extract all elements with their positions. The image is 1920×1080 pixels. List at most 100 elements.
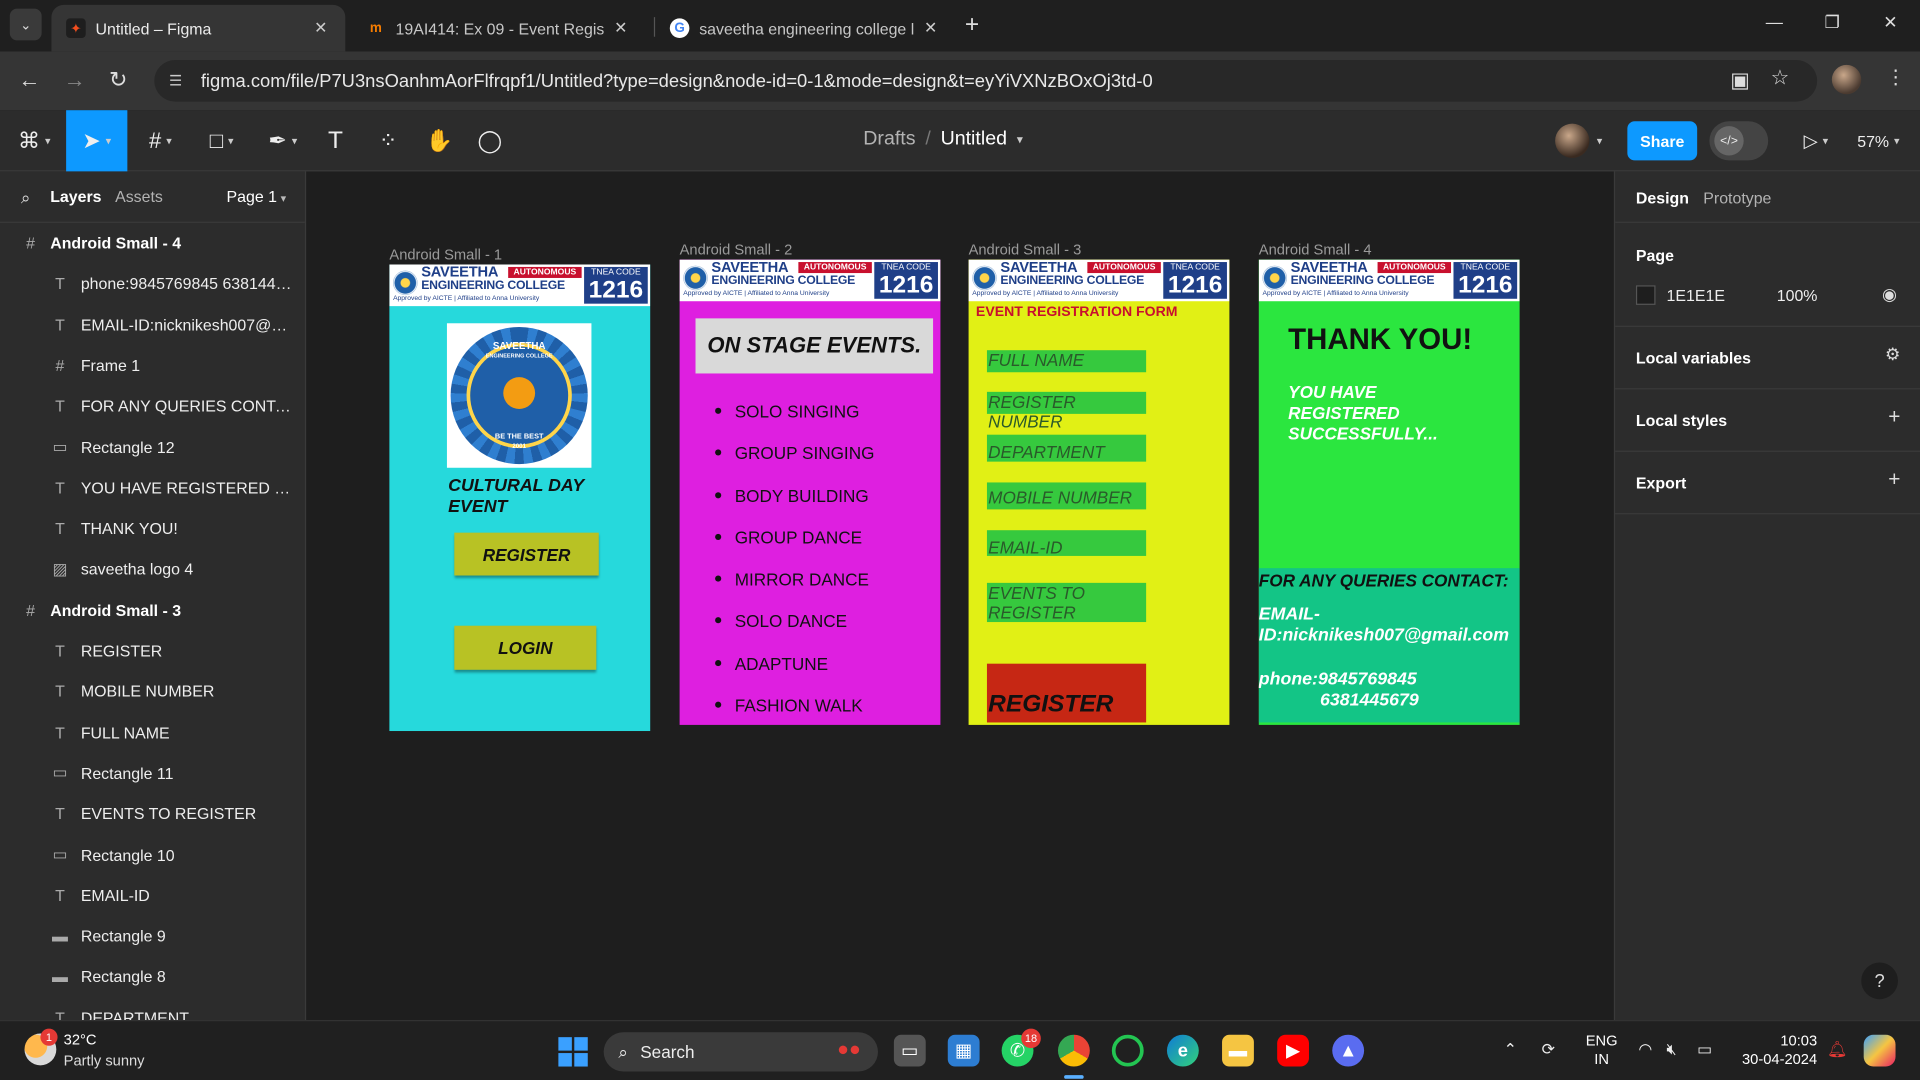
task-view-icon[interactable]: ▭	[893, 1034, 926, 1067]
windows-start-icon[interactable]	[558, 1037, 588, 1067]
page-opacity[interactable]: 100%	[1777, 287, 1818, 305]
layer-row[interactable]: T THANK YOU!	[0, 508, 305, 548]
add-style-icon[interactable]: +	[1888, 405, 1900, 429]
tab-event-registration[interactable]: m 19AI414: Ex 09 - Event Registrat ✕	[351, 5, 645, 52]
close-tab-icon[interactable]: ✕	[311, 18, 331, 38]
events-to-register-field[interactable]: EVENTS TO REGISTER	[986, 582, 1147, 623]
bookmark-star-icon[interactable]: ☆	[1771, 66, 1790, 90]
site-info-icon[interactable]: ☰	[169, 72, 189, 89]
login-button[interactable]: LOGIN	[454, 625, 597, 670]
taskbar-search[interactable]: ⌕ Search ●●	[603, 1032, 878, 1072]
layer-row[interactable]: ▭ Rectangle 11	[0, 753, 305, 793]
pen-tool-icon[interactable]: ✒ ▾	[257, 110, 308, 171]
speaker-muted-icon[interactable]: 🔇︎	[1667, 1040, 1677, 1060]
frame-label[interactable]: Android Small - 1	[389, 246, 502, 263]
add-export-icon[interactable]: +	[1888, 468, 1900, 492]
frame-android-small-2[interactable]: SAVEETHA ENGINEERING COLLEGE AUTONOMOUS App…	[679, 259, 941, 725]
frame-label[interactable]: Android Small - 4	[1259, 241, 1372, 258]
page-color-hex[interactable]: 1E1E1E	[1667, 287, 1725, 305]
layer-row[interactable]: T DEPARTMENT	[0, 998, 305, 1020]
edge-icon[interactable]: e	[1166, 1034, 1199, 1067]
variables-settings-icon[interactable]: ⚙	[1885, 344, 1900, 365]
microsoft-store-icon[interactable]: ▦	[947, 1034, 980, 1067]
copilot-icon[interactable]	[1863, 1034, 1896, 1067]
layer-row[interactable]: ▭ Rectangle 12	[0, 427, 305, 467]
layer-row[interactable]: # Frame 1	[0, 345, 305, 385]
layer-row[interactable]: ▬ Rectangle 8	[0, 957, 305, 997]
dev-mode-toggle[interactable]: </>	[1709, 121, 1769, 161]
clipboard-icon[interactable]: ▣	[1730, 69, 1750, 93]
reload-icon[interactable]: ↻	[109, 67, 127, 91]
weather-description[interactable]: Partly sunny	[64, 1052, 145, 1069]
frame-android-small-1[interactable]: SAVEETHA ENGINEERING COLLEGE AUTONOMOUS App…	[389, 264, 651, 732]
sync-icon[interactable]: ⟳	[1542, 1040, 1555, 1060]
layer-row[interactable]: Tphone:9845769845 6381445...	[0, 264, 305, 304]
close-window-icon[interactable]: ✕	[1883, 12, 1897, 33]
tab-google-search[interactable]: G saveetha engineering college lo ✕	[655, 5, 955, 52]
page-selector[interactable]: Page 1 ▾	[227, 187, 287, 205]
register-submit-button[interactable]: REGISTER	[986, 663, 1147, 723]
youtube-icon[interactable]: ▶	[1277, 1034, 1309, 1067]
email-id-field[interactable]: EMAIL-ID	[986, 530, 1147, 557]
browser-profile-avatar[interactable]	[1831, 64, 1862, 95]
eye-icon[interactable]: ◉	[1882, 284, 1897, 305]
file-name[interactable]: Untitled	[941, 129, 1007, 151]
layer-row[interactable]: T EMAIL-ID:nicknikesh007@gm...	[0, 304, 305, 344]
weather-temperature[interactable]: 32°C	[64, 1031, 97, 1048]
forward-icon[interactable]: →	[64, 67, 86, 91]
search-icon[interactable]: ⌕	[21, 187, 31, 208]
close-tab-icon[interactable]: ✕	[921, 18, 941, 38]
layer-row[interactable]: ▬ Rectangle 9	[0, 916, 305, 956]
url-omnibox[interactable]: ☰ figma.com/file/P7U3nsOanhmAorFlfrqpf1/…	[154, 60, 1818, 102]
layer-row[interactable]: T EMAIL-ID	[0, 875, 305, 915]
collaborator-avatar[interactable]	[1555, 123, 1590, 158]
share-button[interactable]: Share	[1627, 121, 1698, 161]
tab-layers[interactable]: Layers	[50, 187, 101, 205]
breadcrumb-drafts[interactable]: Drafts	[863, 129, 915, 151]
register-button[interactable]: REGISTER	[454, 532, 599, 576]
main-menu-icon[interactable]: ⌘ ▾	[10, 110, 59, 171]
back-icon[interactable]: ←	[18, 67, 40, 91]
notification-bell-icon[interactable]: 🔔︎	[1827, 1040, 1847, 1060]
file-explorer-icon[interactable]: ▬	[1222, 1034, 1254, 1067]
help-icon[interactable]: ?	[1861, 962, 1898, 1000]
layer-row[interactable]: T EVENTS TO REGISTER	[0, 794, 305, 834]
department-field[interactable]: DEPARTMENT	[986, 434, 1147, 462]
chrome-icon[interactable]	[1057, 1034, 1090, 1067]
shape-tool-icon[interactable]: □ ▾	[196, 110, 247, 171]
layer-row[interactable]: # Android Small - 4	[0, 223, 305, 263]
layer-row[interactable]: # Android Small - 3	[0, 590, 305, 630]
clock[interactable]: 10:03 30-04-2024	[1736, 1032, 1817, 1069]
text-tool-icon[interactable]: T	[318, 110, 352, 171]
layer-row[interactable]: ▨ saveetha logo 4	[0, 549, 305, 589]
tab-prototype[interactable]: Prototype	[1703, 189, 1771, 207]
ring-app-icon[interactable]	[1111, 1034, 1144, 1067]
frame-label[interactable]: Android Small - 2	[680, 241, 793, 258]
frame-tool-icon[interactable]: # ▾	[135, 110, 186, 171]
language-indicator[interactable]: ENG IN	[1586, 1032, 1618, 1069]
layer-row[interactable]: T FOR ANY QUERIES CONTACT:	[0, 386, 305, 426]
tab-figma[interactable]: ✦ Untitled – Figma ✕	[51, 4, 346, 52]
wifi-icon[interactable]: ◠	[1638, 1040, 1652, 1060]
layer-row[interactable]: T REGISTER	[0, 631, 305, 671]
restore-icon[interactable]: ❐	[1825, 12, 1840, 33]
proton-vpn-icon[interactable]: ▲	[1332, 1034, 1365, 1067]
zoom-menu[interactable]: 57% ▾	[1849, 110, 1908, 171]
minimize-icon[interactable]: —	[1766, 12, 1783, 32]
move-tool-icon[interactable]: ➤ ▾	[66, 110, 128, 172]
layer-row[interactable]: T MOBILE NUMBER	[0, 671, 305, 711]
resources-icon[interactable]: ⁘	[370, 110, 407, 171]
layer-row[interactable]: T FULL NAME	[0, 712, 305, 752]
chevron-down-icon[interactable]: ▾	[1017, 133, 1023, 146]
hand-tool-icon[interactable]: ✋	[421, 110, 458, 171]
frame-android-small-4[interactable]: SAVEETHA ENGINEERING COLLEGE AUTONOMOUS App…	[1258, 259, 1520, 725]
mobile-number-field[interactable]: MOBILE NUMBER	[986, 482, 1147, 510]
frame-label[interactable]: Android Small - 3	[969, 241, 1082, 258]
tab-assets[interactable]: Assets	[115, 187, 163, 205]
layer-row[interactable]: ▭ Rectangle 10	[0, 834, 305, 874]
tab-design[interactable]: Design	[1636, 189, 1689, 207]
show-hidden-icons-icon[interactable]: ⌃	[1504, 1040, 1517, 1060]
chevron-down-icon[interactable]: ▾	[1597, 135, 1603, 148]
present-icon[interactable]: ▷ ▾	[1794, 110, 1838, 171]
battery-icon[interactable]: ▭	[1697, 1040, 1712, 1060]
